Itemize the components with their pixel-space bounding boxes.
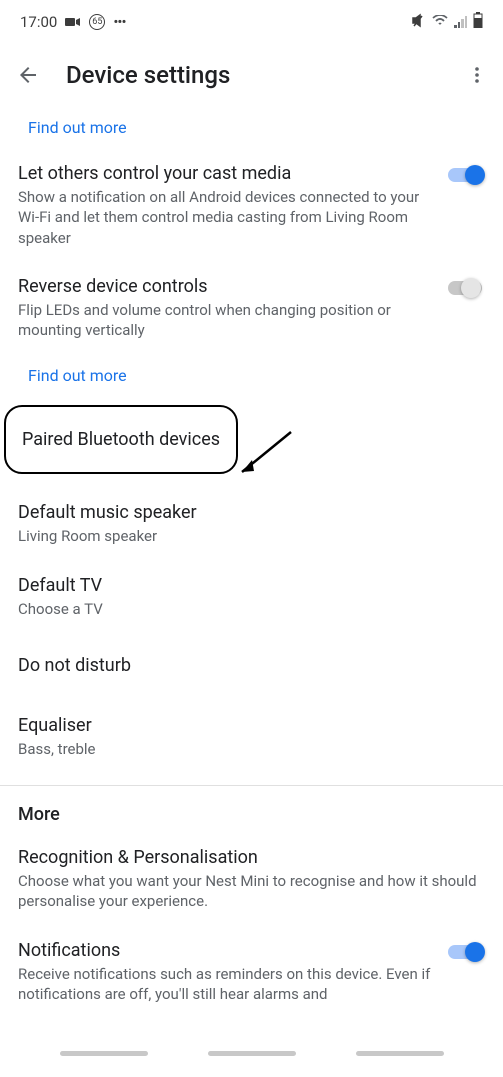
status-right — [411, 12, 483, 32]
video-icon — [65, 13, 81, 31]
setting-cast-control[interactable]: Let others control your cast media Show … — [0, 149, 503, 262]
setting-notifications[interactable]: Notifications Receive notifications such… — [0, 926, 503, 1005]
setting-default-speaker[interactable]: Default music speaker Living Room speake… — [0, 488, 503, 560]
more-vert-icon — [468, 66, 486, 84]
setting-equaliser[interactable]: Equaliser Bass, treble — [0, 701, 503, 773]
setting-desc: Living Room speaker — [18, 526, 485, 546]
setting-reverse-controls[interactable]: Reverse device controls Flip LEDs and vo… — [0, 262, 503, 355]
status-dots: ••• — [113, 13, 125, 31]
nav-home[interactable] — [208, 1051, 296, 1056]
setting-title: Default music speaker — [18, 502, 485, 523]
setting-desc: Receive notifications such as reminders … — [18, 964, 433, 1005]
page-title: Device settings — [66, 61, 230, 89]
setting-paired-bluetooth[interactable]: Paired Bluetooth devices — [4, 405, 238, 474]
badge-icon: 65 — [89, 14, 105, 30]
app-header: Device settings — [0, 44, 503, 106]
mute-icon — [411, 13, 426, 32]
setting-default-tv[interactable]: Default TV Choose a TV — [0, 561, 503, 633]
reverse-toggle[interactable] — [445, 278, 485, 298]
notifications-toggle[interactable] — [445, 942, 485, 962]
divider — [0, 785, 503, 786]
setting-title: Reverse device controls — [18, 276, 433, 297]
setting-desc: Bass, treble — [18, 739, 485, 759]
setting-desc: Choose a TV — [18, 599, 485, 619]
nav-recent[interactable] — [60, 1051, 148, 1056]
nav-bar — [0, 1051, 503, 1071]
annotation-arrow-icon — [236, 430, 296, 480]
setting-do-not-disturb[interactable]: Do not disturb — [0, 633, 503, 701]
setting-title: Do not disturb — [18, 655, 485, 676]
section-header-more: More — [0, 790, 503, 833]
status-left: 17:00 65 ••• — [20, 13, 126, 31]
cast-toggle[interactable] — [445, 165, 485, 185]
arrow-left-icon — [16, 63, 40, 87]
more-menu-button[interactable] — [465, 63, 489, 87]
nav-back[interactable] — [356, 1051, 444, 1056]
setting-title: Paired Bluetooth devices — [22, 429, 220, 450]
signal-icon — [454, 16, 467, 28]
setting-title: Recognition & Personalisation — [18, 847, 485, 868]
setting-title: Default TV — [18, 575, 485, 596]
wifi-icon — [432, 13, 448, 31]
setting-desc: Show a notification on all Android devic… — [18, 187, 433, 248]
status-time: 17:00 — [20, 13, 57, 31]
status-bar: 17:00 65 ••• — [0, 0, 503, 44]
setting-title: Notifications — [18, 940, 433, 961]
setting-title: Equaliser — [18, 715, 485, 736]
setting-title: Let others control your cast media — [18, 163, 433, 184]
find-out-more-link-2[interactable]: Find out more — [0, 354, 503, 397]
battery-icon — [473, 12, 483, 32]
setting-recognition[interactable]: Recognition & Personalisation Choose wha… — [0, 833, 503, 926]
setting-desc: Flip LEDs and volume control when changi… — [18, 300, 433, 341]
setting-desc: Choose what you want your Nest Mini to r… — [18, 871, 485, 912]
back-button[interactable] — [16, 63, 40, 87]
find-out-more-link-1[interactable]: Find out more — [0, 106, 503, 149]
content: Find out more Let others control your ca… — [0, 106, 503, 1004]
